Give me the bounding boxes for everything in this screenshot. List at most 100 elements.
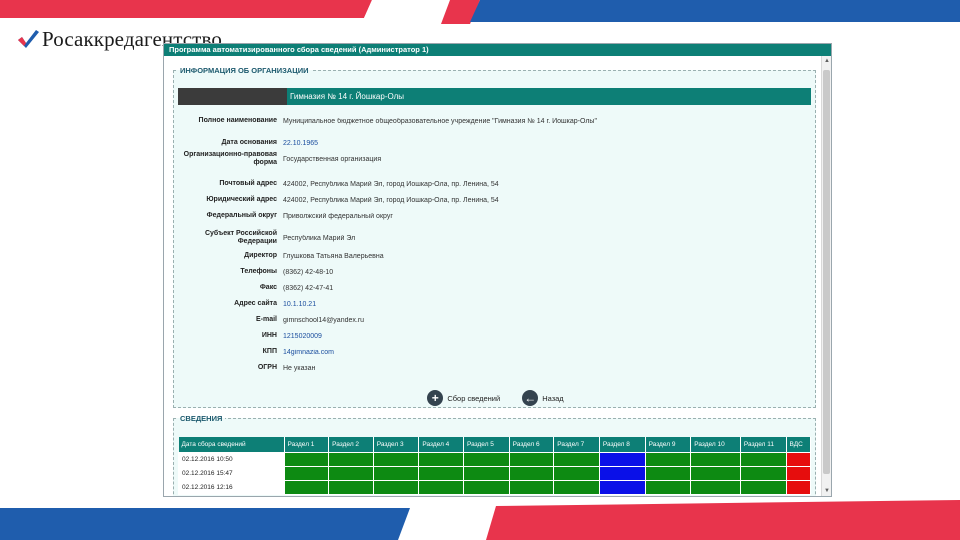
checkmark-logo-icon [18, 30, 39, 48]
section-status-cell[interactable] [690, 451, 741, 467]
org-field-row: Организационно-правовая форма Государстве… [178, 151, 808, 167]
org-field-row: Федеральный округ Приволжский федеральный… [178, 209, 808, 223]
section-status-cell[interactable] [508, 479, 555, 495]
column-header-section[interactable]: Раздел 3 [373, 437, 420, 452]
section-status-cell[interactable] [644, 479, 692, 495]
section-status-cell[interactable] [739, 465, 787, 481]
column-header-section[interactable]: ВДС [786, 437, 812, 452]
column-header-section[interactable]: Раздел 4 [418, 437, 465, 452]
section-status-cell[interactable] [508, 451, 555, 467]
section-status-cell[interactable] [283, 479, 330, 495]
org-header-label-cell [178, 88, 287, 105]
sved-header-row: Дата сбора сведений Раздел 1 Раздел 2 Разде… [178, 437, 812, 452]
scroll-thumb[interactable] [823, 70, 830, 474]
org-field-row: ИНН 1215020009 [178, 329, 808, 343]
org-field-row: Субъект Российской Федерации Республика М… [178, 229, 808, 246]
org-field-row: Адрес сайта 10.1.10.21 [178, 297, 808, 311]
org-header-row: Гимназия № 14 г. Йошкар-Олы [178, 88, 811, 105]
section-status-cell[interactable] [463, 479, 510, 495]
arrow-left-icon: ← [522, 390, 539, 406]
collection-date-cell[interactable]: 02.12.2016 10:50 [178, 451, 285, 467]
section-status-cell[interactable] [739, 451, 787, 467]
column-header-section[interactable]: Раздел 11 [740, 437, 787, 452]
column-header-section[interactable]: Раздел 8 [599, 437, 646, 452]
section-status-cell[interactable] [372, 465, 420, 481]
vertical-scrollbar[interactable]: ▲ ▼ [821, 56, 831, 496]
collect-data-button[interactable]: + Сбор сведений [427, 390, 500, 406]
org-field-value: Республика Марий Эл [283, 234, 356, 242]
back-label: Назад [542, 393, 564, 403]
collect-data-label: Сбор сведений [447, 393, 501, 403]
section-status-cell[interactable] [644, 465, 692, 481]
org-field-label: Почтовый адрес [219, 179, 277, 187]
section-status-cell[interactable] [418, 465, 465, 481]
section-status-cell[interactable] [739, 479, 787, 495]
table-row[interactable]: 02.12.2016 12:16 [178, 479, 812, 495]
column-header-section[interactable]: Раздел 5 [463, 437, 510, 452]
section-status-cell[interactable] [785, 451, 812, 467]
section-status-cell[interactable] [644, 451, 692, 467]
section-status-cell[interactable] [598, 479, 646, 495]
app-window: Программа автоматизированного сбора свед… [163, 43, 832, 497]
org-field-value: (8362) 42-47-41 [283, 284, 334, 292]
back-button[interactable]: ← Назад [522, 390, 564, 406]
org-field-value: 424002, Республика Марий Эл, город Йошка… [283, 180, 499, 188]
org-field-label: ОГРН [257, 363, 277, 371]
org-field-row: Телефоны (8362) 42-48-10 [178, 265, 808, 279]
section-status-cell[interactable] [785, 479, 812, 495]
section-status-cell[interactable] [508, 465, 555, 481]
section-status-cell[interactable] [553, 451, 600, 467]
org-field-row: Полное наименование Муниципальное бюджетн… [178, 114, 808, 128]
column-header-section[interactable]: Раздел 10 [690, 437, 741, 452]
section-status-cell[interactable] [463, 451, 510, 467]
column-header-date[interactable]: Дата сбора сведений [178, 437, 285, 452]
org-field-value[interactable]: 14gimnazia.com [283, 349, 808, 356]
org-field-row: Юридический адрес 424002, Республика Мари… [178, 193, 808, 207]
sved-group: СВЕДЕНИЯ Дата сбора сведений Раздел 1 Разд… [173, 414, 816, 496]
column-header-section[interactable]: Раздел 6 [509, 437, 555, 452]
section-status-cell[interactable] [418, 451, 465, 467]
org-field-label: Дата основания [221, 138, 277, 146]
table-row[interactable]: 02.12.2016 10:50 [178, 451, 812, 467]
sved-table: Дата сбора сведений Раздел 1 Раздел 2 Разде… [178, 437, 812, 495]
section-status-cell[interactable] [598, 451, 646, 467]
section-status-cell[interactable] [418, 479, 465, 495]
org-field-label: Субъект Российской Федерации [204, 229, 277, 246]
org-field-label: E-mail [255, 315, 277, 323]
collection-date-cell[interactable]: 02.12.2016 12:16 [178, 479, 285, 495]
column-header-section[interactable]: Раздел 7 [553, 437, 600, 452]
section-status-cell[interactable] [463, 465, 510, 481]
org-field-label: Юридический адрес [206, 195, 277, 203]
org-field-label: Телефоны [240, 267, 277, 275]
collection-date-cell[interactable]: 02.12.2016 15:47 [178, 465, 285, 481]
column-header-section[interactable]: Раздел 2 [328, 437, 374, 452]
section-status-cell[interactable] [785, 465, 812, 481]
org-field-value: gimnschool14@yandex.ru [283, 316, 365, 324]
section-status-cell[interactable] [372, 479, 420, 495]
scroll-down-icon[interactable]: ▼ [822, 486, 831, 496]
section-status-cell[interactable] [328, 479, 374, 495]
section-status-cell[interactable] [283, 451, 330, 467]
section-status-cell[interactable] [598, 465, 646, 481]
org-field-value[interactable]: 1215020009 [283, 333, 808, 340]
org-field-value: 424002, Республика Марий Эл, город Йошка… [283, 196, 499, 204]
section-status-cell[interactable] [553, 479, 600, 495]
column-header-section[interactable]: Раздел 9 [645, 437, 692, 452]
column-header-section[interactable]: Раздел 1 [284, 437, 330, 452]
section-status-cell[interactable] [690, 465, 741, 481]
section-status-cell[interactable] [283, 465, 330, 481]
section-status-cell[interactable] [328, 451, 374, 467]
section-status-cell[interactable] [328, 465, 374, 481]
org-field-value[interactable]: 10.1.10.21 [283, 301, 808, 308]
plus-icon: + [427, 390, 444, 406]
org-field-value: Государственная организация [283, 155, 382, 163]
org-field-row: Директор Глушкова Татьяна Валерьевна [178, 249, 808, 263]
scroll-up-icon[interactable]: ▲ [822, 56, 831, 66]
section-status-cell[interactable] [372, 451, 420, 467]
org-field-value: Глушкова Татьяна Валерьевна [283, 252, 384, 260]
section-status-cell[interactable] [553, 465, 600, 481]
table-row[interactable]: 02.12.2016 15:47 [178, 465, 812, 481]
sved-body: 02.12.2016 10:50 02.12.2016 15:47 02.12.20… [178, 451, 812, 495]
org-field-value[interactable]: 22.10.1965 [283, 140, 808, 147]
section-status-cell[interactable] [690, 479, 741, 495]
